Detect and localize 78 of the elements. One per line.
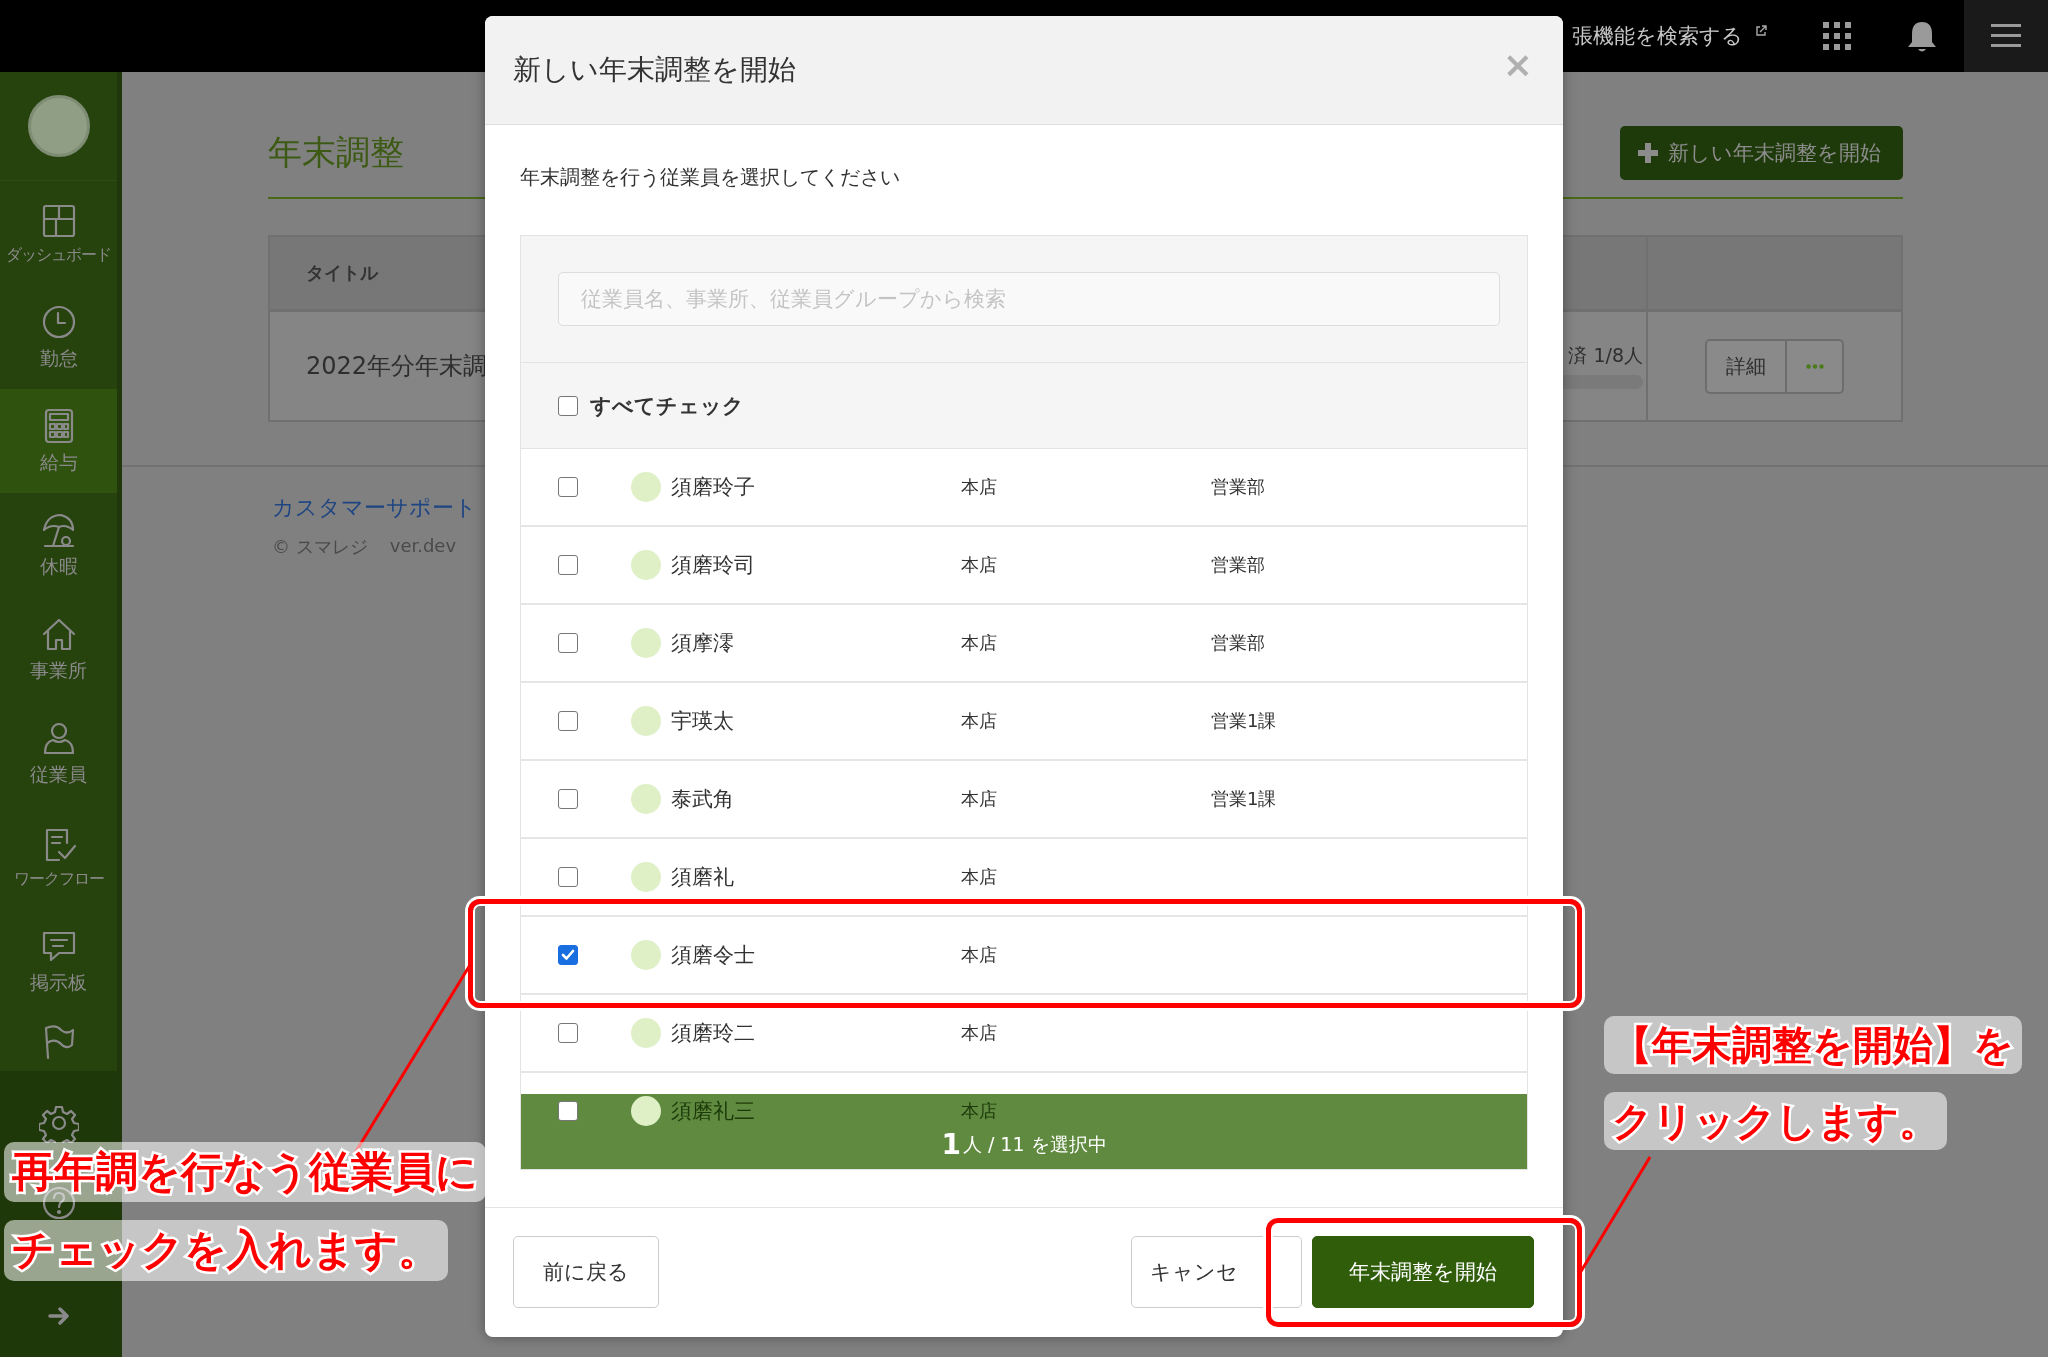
plus-icon: [1638, 143, 1658, 163]
sidebar-item[interactable]: 勤怠: [0, 285, 117, 389]
back-button[interactable]: 前に戻る: [513, 1236, 659, 1308]
employee-name: 須磨玲二: [671, 1020, 756, 1047]
sidebar-item[interactable]: ワークフロー: [0, 805, 117, 909]
avatar-icon: [631, 472, 661, 502]
selected-count: 1: [941, 1128, 961, 1161]
employee-name: 須磨令士: [671, 942, 756, 969]
close-button[interactable]: ×: [1502, 43, 1533, 85]
start-button[interactable]: 年末調整を開始: [1312, 1236, 1534, 1308]
instruction-text: 年末調整を行う従業員を選択してください: [520, 164, 901, 191]
annotation-text: クリックします。: [1604, 1092, 1947, 1150]
avatar-icon: [631, 550, 661, 580]
column-header: タイトル: [306, 262, 378, 283]
annotation-text: 【年末調整を開始】を: [1604, 1016, 2022, 1074]
checkbox[interactable]: [558, 867, 578, 887]
cancel-button[interactable]: キャンセ: [1131, 1236, 1302, 1308]
employee-name: 須磨礼三: [671, 1098, 756, 1125]
office-name: 本店: [961, 631, 998, 655]
office-name: 本店: [961, 1099, 998, 1123]
modal-title: 新しい年末調整を開始: [513, 52, 796, 88]
checkbox[interactable]: [558, 1023, 578, 1043]
office-name: 本店: [961, 475, 998, 499]
page-title: 年末調整: [268, 131, 404, 174]
checkbox[interactable]: [558, 1101, 578, 1121]
sidebar-item[interactable]: ダッシュボード: [0, 181, 117, 285]
selection-status-text: 人 / 11 を選択中: [962, 1131, 1107, 1157]
sidebar-item[interactable]: 事業所: [0, 597, 117, 701]
settings-icon: [38, 1103, 79, 1143]
department-name: 営業1課: [1211, 709, 1277, 733]
office-name: 本店: [961, 865, 998, 889]
avatar-icon: [631, 706, 661, 736]
checkbox[interactable]: [558, 945, 578, 965]
menu-button[interactable]: [1964, 0, 2048, 72]
employee-name: 須磨玲子: [671, 474, 756, 501]
avatar-icon: [631, 1018, 661, 1048]
extension-search-link[interactable]: 張機能を検索する: [1570, 22, 1743, 50]
department-name: 営業部: [1211, 553, 1265, 577]
office-name: 本店: [961, 787, 998, 811]
avatar-icon: [631, 784, 661, 814]
department-name: 営業部: [1211, 631, 1265, 655]
check-all-label[interactable]: すべてチェック: [590, 391, 744, 420]
checkbox[interactable]: [558, 395, 578, 416]
office-name: 本店: [961, 943, 998, 967]
menu-icon: [1991, 23, 2021, 49]
sidebar-item[interactable]: 給与: [0, 389, 117, 493]
employee-name: 須磨玲司: [671, 552, 756, 579]
checkbox[interactable]: [558, 711, 578, 731]
office-name: 本店: [961, 553, 998, 577]
sidebar-item[interactable]: 従業員: [0, 701, 117, 805]
sidebar-item[interactable]: 掲示板: [0, 909, 117, 1013]
support-link[interactable]: カスタマーサポート: [272, 493, 477, 523]
annotation-text: 再年調を行なう従業員に: [4, 1142, 486, 1203]
avatar-icon: [631, 862, 661, 892]
employee-name: 泰武角: [671, 786, 735, 813]
bell-icon[interactable]: [1907, 19, 1937, 53]
checkbox[interactable]: [558, 477, 578, 497]
apps-grid-icon[interactable]: [1823, 22, 1851, 50]
annotation-text: チェックを入れます。: [4, 1220, 448, 1281]
external-link-icon: [1755, 25, 1767, 37]
employee-name: 須磨礼: [671, 864, 735, 891]
avatar-icon: [631, 940, 661, 970]
checkbox[interactable]: [558, 555, 578, 575]
status-text: 済 1/8人: [1568, 343, 1643, 368]
checkbox[interactable]: [558, 633, 578, 653]
department-name: 営業部: [1211, 475, 1265, 499]
avatar-icon: [631, 628, 661, 658]
detail-button[interactable]: 詳細: [1705, 338, 1787, 394]
new-year-end-button[interactable]: 新しい年末調整を開始: [1620, 126, 1903, 180]
arrow-right-icon[interactable]: [47, 1307, 70, 1325]
checkbox[interactable]: [558, 789, 578, 809]
office-name: 本店: [961, 709, 998, 733]
office-name: 本店: [961, 1021, 998, 1045]
employee-name: 宇瑛太: [671, 708, 735, 735]
department-name: 営業1課: [1211, 787, 1277, 811]
more-icon: [1805, 363, 1824, 369]
sidebar-item[interactable]: 休暇: [0, 493, 117, 597]
employee-name: 須摩澪: [671, 630, 735, 657]
